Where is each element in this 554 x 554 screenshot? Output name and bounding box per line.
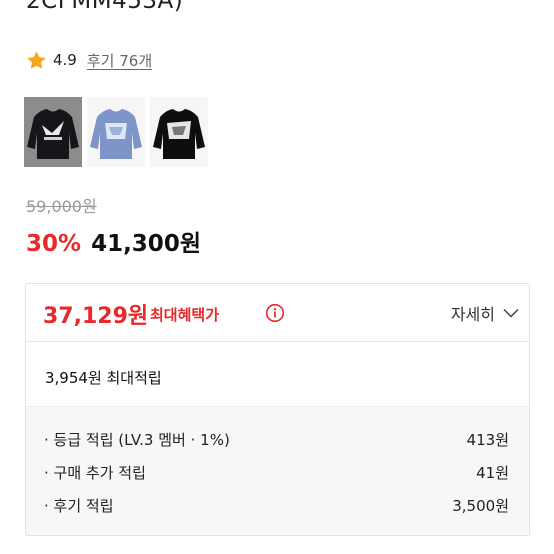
max-benefit-price: 37,129원 <box>43 304 149 329</box>
thumbnail-blue-sweatshirt[interactable] <box>87 97 145 167</box>
detail-label: · 등급 적립 (LV.3 멤버 · 1%) <box>44 431 230 449</box>
star-icon <box>27 50 46 69</box>
sweatshirt-image <box>153 109 205 159</box>
sale-price: 41,300원 <box>91 231 201 257</box>
thumbnail-black-sweatshirt-2[interactable] <box>150 97 208 167</box>
detail-toggle[interactable]: 자세히 <box>451 301 519 325</box>
detail-label: · 후기 적립 <box>44 497 114 515</box>
price-row: 30% 41,300원 <box>26 224 201 258</box>
detail-label: · 구매 추가 적립 <box>44 464 146 482</box>
rating-value: 4.9 <box>53 51 77 69</box>
info-icon[interactable] <box>265 303 285 323</box>
benefit-header: 37,129원 최대혜택가 자세히 <box>26 284 529 342</box>
benefit-box: 37,129원 최대혜택가 자세히 3,954원 최대적립 · 등급 적립 (L… <box>25 283 530 536</box>
detail-value: 3,500원 <box>452 497 509 515</box>
detail-value: 41원 <box>476 464 509 482</box>
thumbnail-list <box>24 97 208 167</box>
product-title: 2CFMM453A) <box>26 0 184 14</box>
original-price: 59,000원 <box>26 197 97 216</box>
detail-value: 413원 <box>466 431 509 449</box>
max-points-total: 3,954원 최대적립 <box>45 369 162 387</box>
points-detail-list: · 등급 적립 (LV.3 멤버 · 1%) 413원 · 구매 추가 적립 4… <box>26 406 529 535</box>
detail-row-review: · 후기 적립 3,500원 <box>26 493 529 517</box>
detail-row-purchase: · 구매 추가 적립 41원 <box>26 460 529 484</box>
discount-rate: 30% <box>26 231 82 257</box>
detail-toggle-label: 자세히 <box>450 305 495 324</box>
rating-row: 4.9 후기 76개 <box>26 49 152 71</box>
max-benefit-label: 최대혜택가 <box>150 306 220 324</box>
detail-row-grade: · 등급 적립 (LV.3 멤버 · 1%) 413원 <box>26 427 529 451</box>
sweatshirt-image <box>90 109 142 159</box>
sweatshirt-image <box>27 109 79 159</box>
chevron-down-icon <box>503 308 519 318</box>
thumbnail-black-sweatshirt[interactable] <box>24 97 82 167</box>
review-count-link[interactable]: 후기 76개 <box>87 50 152 71</box>
